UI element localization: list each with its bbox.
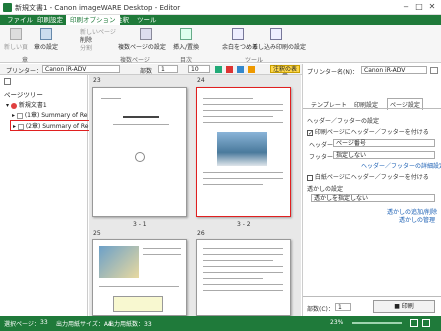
- page-tree-pane: ページツリー ▾ 新規文書1 ▸ (1章) Summary of Re ▸ (2…: [0, 75, 92, 316]
- watermark-section-title: 透かしの設定: [307, 186, 344, 193]
- printer-icon: ■: [394, 303, 400, 310]
- new-page-icon: [10, 28, 22, 40]
- title-bar: 新規文書1 - Canon imageWARE Desktop - Editor…: [0, 0, 441, 15]
- menu-tools[interactable]: ツール: [133, 15, 161, 25]
- close-button[interactable]: ✕: [426, 1, 438, 13]
- printer-name-select[interactable]: Canon iR-ADV: [361, 66, 427, 74]
- ribbon: 新しい頁 章の設定 新しいページ 削除 分割 複数ページの設定 挿入/置換 余白…: [0, 25, 441, 64]
- printer-bar: プリンター： Canon iR-ADV 部数 1 10 注釈の表示: [0, 64, 302, 80]
- tree-item-1[interactable]: ▸ (1章) Summary of Re: [12, 110, 87, 119]
- table-image: [113, 296, 163, 312]
- paper-size: 出力用紙サイズ：A4: [56, 321, 112, 328]
- page-number-25: 25: [93, 230, 101, 237]
- insert-replace-button[interactable]: 挿入/置換: [173, 42, 199, 51]
- printer-label: プリンター：: [6, 68, 43, 75]
- chapter-settings-button[interactable]: 章の設定: [34, 42, 58, 51]
- window-title: 新規文書1 - Canon imageWARE Desktop - Editor: [15, 4, 181, 12]
- fit-margin-icon: [232, 28, 244, 40]
- page-preview-area: 23 24 3 - 1 3 - 2 25 26: [89, 75, 301, 316]
- page-label: 部数: [140, 68, 153, 75]
- zoom-level: 23%: [330, 319, 344, 326]
- split-button[interactable]: 分割: [80, 43, 92, 52]
- multi-page-icon: [140, 28, 152, 40]
- app-icon: [3, 3, 12, 12]
- tree-root-label: 新規文書1: [18, 102, 47, 109]
- photo-image: [217, 132, 267, 166]
- chapter-icon: [17, 123, 24, 130]
- printer-select[interactable]: Canon iR-ADV: [42, 65, 120, 73]
- group-toc-label: 目次: [180, 57, 193, 64]
- page-label-3-2: 3 - 2: [237, 221, 251, 228]
- tree-item-2-label: (2章) Summary of Re: [25, 123, 89, 130]
- zoom-slider[interactable]: [352, 322, 402, 324]
- tool-b-icon[interactable]: [226, 66, 233, 73]
- checkbox-icon: ✓: [307, 129, 314, 137]
- header-footer-checkbox-label: 印刷ページにヘッダー／フッターを付ける: [314, 129, 429, 136]
- tool-c-icon[interactable]: [237, 66, 244, 73]
- printer-properties-icon[interactable]: [430, 67, 438, 74]
- tool-d-icon[interactable]: [248, 66, 255, 73]
- group-page-label: 複数ページ: [120, 57, 150, 64]
- printer-name-label: プリンター名(N)：: [307, 69, 359, 76]
- page-input[interactable]: 1: [158, 65, 178, 73]
- selected-pages-value: 33: [40, 319, 48, 326]
- page-thumbnail-24[interactable]: [196, 87, 291, 217]
- tree-toolbar-icon[interactable]: [4, 78, 11, 85]
- header-footer-section-title: ヘッダー／フッターの設定: [307, 118, 380, 125]
- chapter-settings-icon: [40, 28, 52, 40]
- group-tool-label: ツール: [245, 57, 264, 64]
- minimize-button[interactable]: ‒: [400, 1, 412, 13]
- logo-icon: [135, 152, 145, 162]
- copies-input[interactable]: 1: [335, 303, 351, 311]
- page-thumbnail-23[interactable]: [92, 87, 187, 217]
- page-label-3-1: 3 - 1: [133, 221, 147, 228]
- menu-file[interactable]: ファイル: [3, 15, 37, 25]
- menu-bar: ファイル 印刷設定 印刷オプション 注釈 ツール: [0, 15, 441, 25]
- tree-root[interactable]: ▾ 新規文書1: [6, 100, 47, 109]
- menu-annotation[interactable]: 注釈: [112, 15, 133, 25]
- menu-print-settings[interactable]: 印刷設定: [33, 15, 67, 25]
- watermark-select[interactable]: 透かしを指定しない: [311, 194, 435, 202]
- merge-print-button[interactable]: 差し込み印刷の設定: [252, 42, 306, 51]
- page-number-24: 24: [197, 77, 205, 84]
- insert-replace-icon: [180, 28, 192, 40]
- paper-count: 出力用紙数：33: [108, 321, 152, 328]
- selected-pages-label: 選択ページ：: [4, 321, 40, 328]
- settings-pane: プリンター名(N)： Canon iR-ADV テンプレート 印刷設定 ページ設…: [302, 64, 441, 316]
- maximize-button[interactable]: □: [413, 1, 425, 13]
- group-chapter-label: 章: [22, 57, 29, 64]
- print-button-label: 印刷: [401, 303, 414, 310]
- checkbox-icon: [307, 174, 313, 181]
- fit-view-icon[interactable]: [410, 319, 418, 327]
- page-number-26: 26: [197, 230, 205, 237]
- merge-print-icon: [270, 28, 282, 40]
- header-footer-checkbox[interactable]: ✓ 印刷ページにヘッダー／フッターを付ける: [307, 127, 429, 136]
- copies-label: 部数(C)：: [307, 306, 334, 313]
- grid-view-icon[interactable]: [422, 319, 430, 327]
- page-thumbnail-26[interactable]: [196, 239, 291, 316]
- blank-page-checkbox-label: 白紙ページにヘッダー／フッターを付ける: [314, 174, 429, 181]
- chapter-icon: [16, 112, 23, 119]
- page-thumbnail-25[interactable]: [92, 239, 187, 316]
- new-page-button[interactable]: 新しい頁: [4, 42, 28, 51]
- tree-item-2[interactable]: ▸ (2章) Summary of Re: [10, 120, 92, 131]
- annotation-chip[interactable]: 注釈の表示: [270, 65, 300, 80]
- status-bar: 選択ページ： 33 出力用紙サイズ：A4 出力用紙数：33 23%: [0, 316, 441, 331]
- footer-select[interactable]: 指定しない: [333, 151, 435, 159]
- tree-item-1-label: (1章) Summary of Re: [24, 112, 88, 119]
- header-footer-details-link[interactable]: ヘッダー／フッターの詳細設定: [361, 161, 441, 170]
- tool-a-icon[interactable]: [215, 66, 222, 73]
- print-button[interactable]: ■ 印刷: [373, 300, 435, 313]
- header-select[interactable]: ページ番号: [333, 139, 435, 147]
- multi-page-settings-button[interactable]: 複数ページの設定: [118, 42, 166, 51]
- map-image: [99, 246, 139, 278]
- document-icon: [10, 102, 17, 109]
- page-number-23: 23: [93, 77, 101, 84]
- blank-page-checkbox[interactable]: 白紙ページにヘッダー／フッターを付ける: [307, 172, 429, 181]
- zoom-select[interactable]: 10: [188, 65, 210, 73]
- manage-watermark-link[interactable]: 透かしの管理: [399, 215, 435, 224]
- page-tree-header: ページツリー: [4, 91, 43, 99]
